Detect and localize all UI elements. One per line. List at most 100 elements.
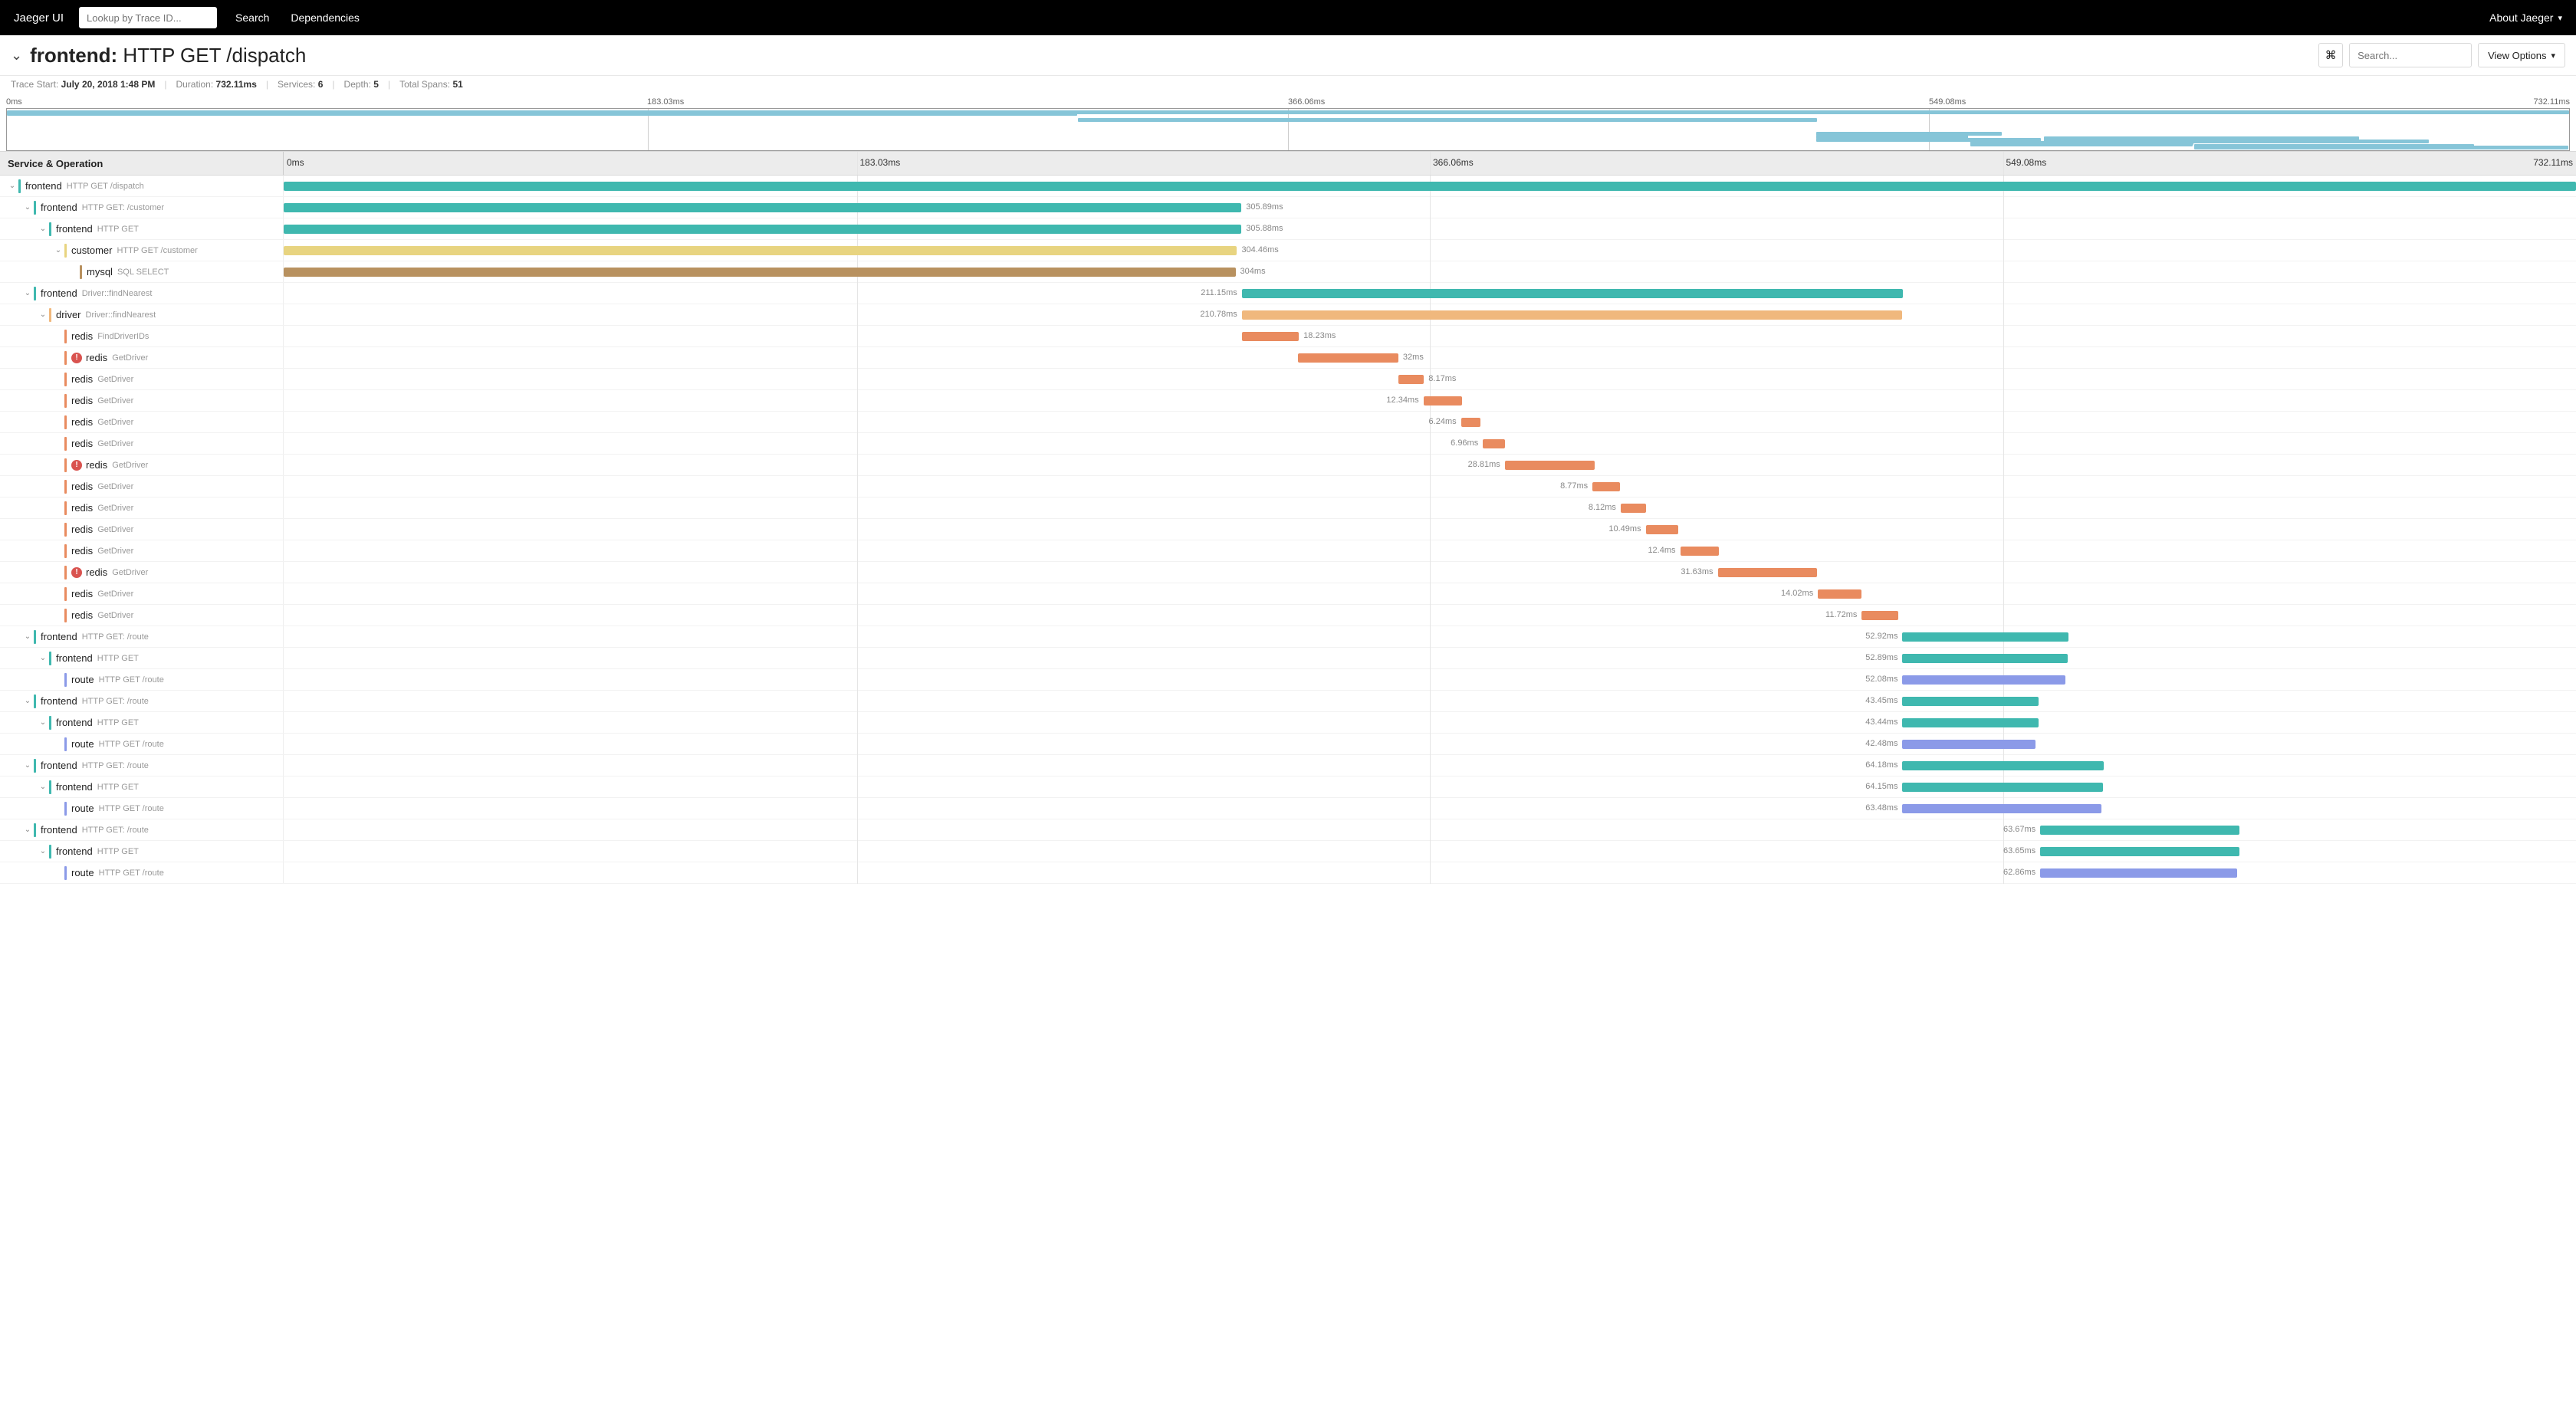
span-bar[interactable]: [284, 203, 1241, 212]
span-bar[interactable]: [2040, 826, 2239, 835]
span-bar[interactable]: [1298, 353, 1398, 363]
expand-icon[interactable]: ⌄: [21, 697, 34, 705]
span-bar[interactable]: [284, 268, 1236, 277]
span-bar[interactable]: [284, 246, 1237, 255]
span-row[interactable]: routeHTTP GET /route52.08ms: [0, 669, 2576, 691]
span-duration-label: 14.02ms: [1781, 589, 1813, 598]
span-bar[interactable]: [1242, 310, 1902, 320]
trace-search-input[interactable]: [2349, 43, 2472, 67]
span-row[interactable]: ⌄frontendHTTP GET: /customer305.89ms: [0, 197, 2576, 218]
span-row[interactable]: redisGetDriver12.34ms: [0, 390, 2576, 412]
view-options-button[interactable]: View Options ▾: [2478, 43, 2565, 67]
expand-icon[interactable]: ⌄: [37, 225, 49, 233]
span-row[interactable]: ⌄frontendHTTP GET: /route43.45ms: [0, 691, 2576, 712]
service-color-bar: [64, 609, 67, 622]
view-options-label: View Options: [2488, 50, 2546, 61]
expand-icon[interactable]: ⌄: [37, 783, 49, 791]
span-row[interactable]: ⌄frontendDriver::findNearest211.15ms: [0, 283, 2576, 304]
span-bar[interactable]: [1592, 482, 1620, 491]
span-bar[interactable]: [1242, 289, 1903, 298]
span-row[interactable]: redisGetDriver8.77ms: [0, 476, 2576, 497]
span-bar[interactable]: [1818, 589, 1861, 599]
timeline-tick: 549.08ms: [2006, 157, 2047, 168]
expand-icon[interactable]: ⌄: [21, 632, 34, 641]
expand-icon[interactable]: ⌄: [6, 182, 18, 190]
span-row[interactable]: ⌄frontendHTTP GET: /route63.67ms: [0, 819, 2576, 841]
span-row[interactable]: redisGetDriver11.72ms: [0, 605, 2576, 626]
collapse-icon[interactable]: ⌄: [11, 48, 22, 64]
span-service: redis: [86, 459, 107, 471]
span-row[interactable]: ⌄frontendHTTP GET: /route52.92ms: [0, 626, 2576, 648]
expand-icon[interactable]: ⌄: [37, 718, 49, 727]
span-bar[interactable]: [1902, 761, 2103, 770]
span-bar[interactable]: [2040, 847, 2239, 856]
span-row[interactable]: !redisGetDriver31.63ms: [0, 562, 2576, 583]
span-row[interactable]: routeHTTP GET /route42.48ms: [0, 734, 2576, 755]
expand-icon[interactable]: ⌄: [21, 289, 34, 297]
span-row[interactable]: redisGetDriver12.4ms: [0, 540, 2576, 562]
trace-service: frontend:: [30, 44, 117, 67]
shortcuts-button[interactable]: ⌘: [2318, 43, 2343, 67]
span-row[interactable]: ⌄frontendHTTP GET63.65ms: [0, 841, 2576, 862]
span-bar[interactable]: [1902, 783, 2103, 792]
span-row[interactable]: !redisGetDriver28.81ms: [0, 455, 2576, 476]
trace-lookup-input[interactable]: [79, 7, 217, 28]
span-row[interactable]: mysqlSQL SELECT304ms: [0, 261, 2576, 283]
span-operation: GetDriver: [97, 418, 133, 427]
expand-icon[interactable]: ⌄: [37, 654, 49, 662]
span-row[interactable]: routeHTTP GET /route62.86ms: [0, 862, 2576, 884]
expand-icon[interactable]: ⌄: [21, 203, 34, 212]
span-bar[interactable]: [1681, 547, 1720, 556]
span-bar[interactable]: [2040, 868, 2237, 878]
span-bar[interactable]: [1461, 418, 1480, 427]
span-bar[interactable]: [1902, 675, 2065, 685]
nav-about[interactable]: About Jaeger ▾: [2489, 11, 2562, 24]
span-bar[interactable]: [1902, 697, 2038, 706]
expand-icon[interactable]: ⌄: [21, 761, 34, 770]
span-bar[interactable]: [284, 225, 1241, 234]
expand-icon[interactable]: ⌄: [21, 826, 34, 834]
expand-icon[interactable]: ⌄: [37, 310, 49, 319]
span-operation: GetDriver: [112, 353, 148, 363]
span-bar[interactable]: [1902, 804, 2101, 813]
span-row[interactable]: ⌄frontendHTTP GET43.44ms: [0, 712, 2576, 734]
span-row[interactable]: redisGetDriver8.12ms: [0, 497, 2576, 519]
expand-icon[interactable]: ⌄: [37, 847, 49, 855]
span-bar[interactable]: [1902, 654, 2068, 663]
span-bar[interactable]: [1902, 740, 2035, 749]
span-row[interactable]: redisFindDriverIDs18.23ms: [0, 326, 2576, 347]
service-color-bar: [34, 630, 36, 644]
span-row[interactable]: redisGetDriver6.24ms: [0, 412, 2576, 433]
span-bar[interactable]: [284, 182, 2576, 191]
span-row[interactable]: redisGetDriver6.96ms: [0, 433, 2576, 455]
span-row[interactable]: redisGetDriver14.02ms: [0, 583, 2576, 605]
span-bar[interactable]: [1424, 396, 1462, 406]
nav-search[interactable]: Search: [235, 11, 269, 24]
span-bar[interactable]: [1483, 439, 1504, 448]
span-row[interactable]: !redisGetDriver32ms: [0, 347, 2576, 369]
span-bar[interactable]: [1505, 461, 1595, 470]
span-bar[interactable]: [1621, 504, 1646, 513]
span-bar[interactable]: [1718, 568, 1817, 577]
span-row[interactable]: ⌄frontendHTTP GET52.89ms: [0, 648, 2576, 669]
span-bar[interactable]: [1902, 632, 2068, 642]
span-row[interactable]: ⌄frontendHTTP GET305.88ms: [0, 218, 2576, 240]
span-bar[interactable]: [1646, 525, 1679, 534]
span-bar[interactable]: [1242, 332, 1299, 341]
nav-dependencies[interactable]: Dependencies: [291, 11, 360, 24]
span-duration-label: 43.44ms: [1865, 717, 1898, 727]
span-row[interactable]: ⌄frontendHTTP GET: /route64.18ms: [0, 755, 2576, 777]
span-bar[interactable]: [1398, 375, 1424, 384]
span-row[interactable]: redisGetDriver10.49ms: [0, 519, 2576, 540]
span-row[interactable]: ⌄customerHTTP GET /customer304.46ms: [0, 240, 2576, 261]
span-row[interactable]: redisGetDriver8.17ms: [0, 369, 2576, 390]
span-row[interactable]: routeHTTP GET /route63.48ms: [0, 798, 2576, 819]
span-row[interactable]: ⌄frontendHTTP GET64.15ms: [0, 777, 2576, 798]
service-color-bar: [34, 694, 36, 708]
span-row[interactable]: ⌄driverDriver::findNearest210.78ms: [0, 304, 2576, 326]
span-bar[interactable]: [1902, 718, 2038, 727]
expand-icon[interactable]: ⌄: [52, 246, 64, 254]
span-row[interactable]: ⌄frontendHTTP GET /dispatch: [0, 176, 2576, 197]
minimap[interactable]: [6, 108, 2570, 151]
span-bar[interactable]: [1861, 611, 1898, 620]
